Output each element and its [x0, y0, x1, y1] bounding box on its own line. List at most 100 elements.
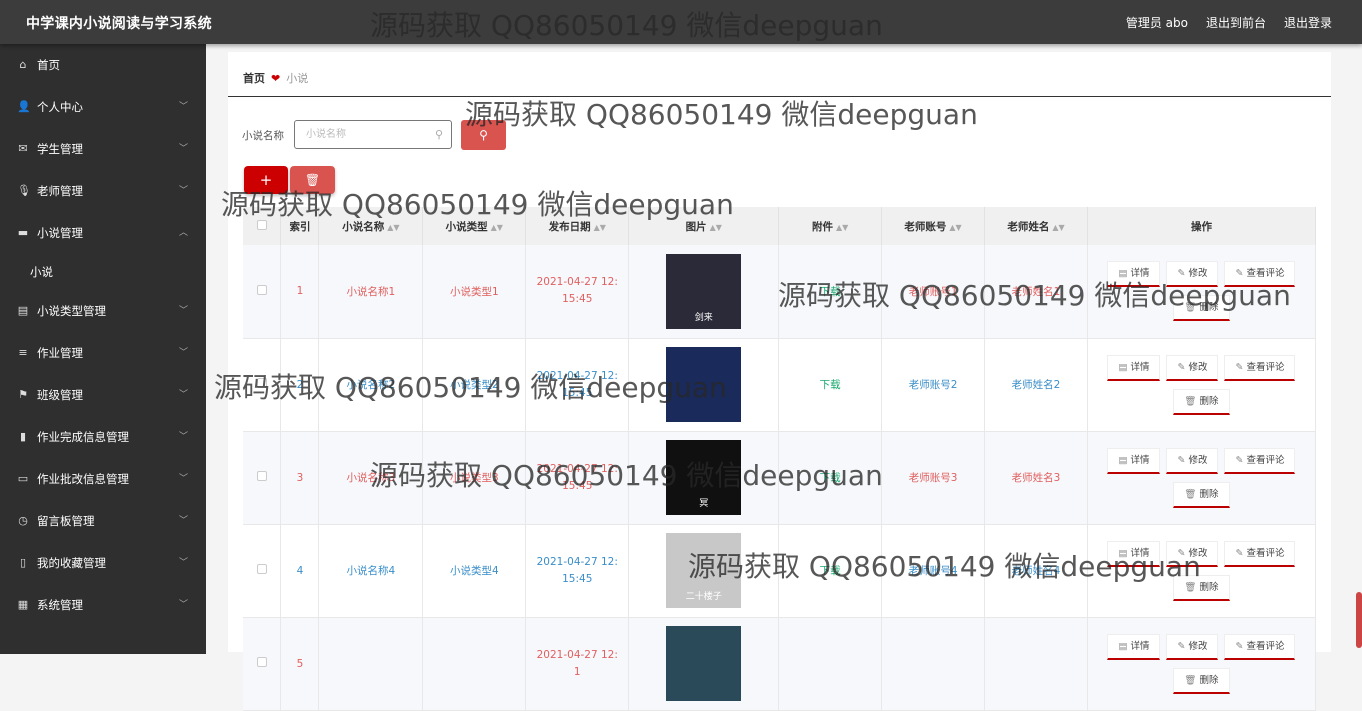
document-icon: ▤	[1118, 547, 1128, 559]
row-checkbox[interactable]	[256, 657, 267, 667]
sidebar-item[interactable]: ≡ 作业管理 ﹀	[0, 332, 206, 374]
sort-icon[interactable]: ▲▼	[836, 223, 848, 232]
comment-label: 查看评论	[1246, 640, 1285, 652]
sort-icon[interactable]: ▲▼	[594, 223, 606, 232]
sidebar-item[interactable]: ✉ 学生管理 ﹀	[0, 128, 206, 170]
row-select-cell[interactable]	[243, 617, 282, 711]
row-attachment[interactable]: 下载	[778, 245, 883, 339]
delete-button[interactable]: 🗑 删除	[1173, 388, 1230, 415]
sidebar-item[interactable]: ▮ 作业完成信息管理 ﹀	[0, 416, 206, 458]
cover-image[interactable]: 二十楼子	[666, 533, 742, 608]
pencil-icon: ✎	[1235, 361, 1244, 373]
chevron-down-icon: ﹀	[178, 306, 188, 316]
col-image[interactable]: 图片 ▲▼	[628, 207, 780, 245]
view-comments-button[interactable]: ✎ 查看评论	[1224, 447, 1296, 474]
row-select-cell[interactable]	[243, 524, 282, 618]
row-date: 2021-04-27 12:15:45	[525, 524, 630, 618]
col-image-label: 图片	[685, 220, 707, 233]
col-type[interactable]: 小说类型 ▲▼	[422, 207, 527, 245]
sort-icon[interactable]: ▲▼	[710, 223, 722, 232]
col-attachment[interactable]: 附件 ▲▼	[778, 207, 883, 245]
delete-button[interactable]: 🗑 删除	[1173, 667, 1230, 694]
delete-button[interactable]: 🗑 删除	[1173, 574, 1230, 601]
edit-label: 修改	[1188, 268, 1208, 280]
detail-button[interactable]: ▤ 详情	[1107, 540, 1161, 567]
detail-button[interactable]: ▤ 详情	[1107, 354, 1161, 381]
chevron-down-icon: ﹀	[178, 474, 188, 484]
edit-button[interactable]: ✎ 修改	[1166, 354, 1219, 381]
sort-icon[interactable]: ▲▼	[387, 223, 399, 232]
row-checkbox[interactable]	[256, 471, 267, 481]
row-image-cell: 冥	[628, 431, 780, 525]
search-input[interactable]: 小说名称 ⚲	[294, 120, 452, 149]
sidebar-item[interactable]: ▬ 小说管理 ︿	[0, 212, 206, 254]
sidebar-item[interactable]: ▯ 我的收藏管理 ﹀	[0, 542, 206, 584]
detail-button[interactable]: ▤ 详情	[1107, 633, 1161, 660]
col-name[interactable]: 小说名称 ▲▼	[318, 207, 424, 245]
col-teacher[interactable]: 老师姓名 ▲▼	[984, 207, 1088, 245]
col-date[interactable]: 发布日期 ▲▼	[525, 207, 630, 245]
delete-button[interactable]: 🗑 删除	[1173, 295, 1230, 322]
edit-button[interactable]: ✎ 修改	[1166, 633, 1219, 660]
breadcrumb-divider	[228, 96, 1331, 97]
sidebar-item[interactable]: 🎙 老师管理 ﹀	[0, 170, 206, 212]
row-name: 小说名称4	[318, 524, 424, 618]
plus-icon: +	[259, 171, 273, 189]
row-select-cell[interactable]	[243, 245, 282, 339]
sort-icon[interactable]: ▲▼	[1052, 223, 1064, 232]
view-comments-button[interactable]: ✎ 查看评论	[1224, 261, 1296, 288]
sort-icon[interactable]: ▲▼	[949, 223, 961, 232]
view-comments-button[interactable]: ✎ 查看评论	[1224, 540, 1296, 567]
table-row: 4 小说名称4 小说类型4 2021-04-27 12:15:45 二十楼子 下载 老师账号…	[243, 524, 1317, 618]
sidebar-item[interactable]: ▤ 小说类型管理 ﹀	[0, 290, 206, 332]
row-checkbox[interactable]	[256, 564, 267, 574]
add-button[interactable]: +	[244, 166, 288, 194]
detail-button[interactable]: ▤ 详情	[1107, 261, 1161, 288]
sidebar-item[interactable]: ▦ 系统管理 ﹀	[0, 584, 206, 626]
sidebar-item[interactable]: ◷ 留言板管理 ﹀	[0, 500, 206, 542]
logout-link[interactable]: 退出登录	[1284, 14, 1332, 31]
view-comments-button[interactable]: ✎ 查看评论	[1224, 354, 1296, 381]
chevron-down-icon: ﹀	[178, 600, 188, 610]
row-select-cell[interactable]	[243, 338, 282, 432]
breadcrumb-home[interactable]: 首页	[243, 70, 265, 86]
scrollbar[interactable]	[1356, 592, 1362, 648]
row-checkbox[interactable]	[256, 378, 267, 388]
row-attachment[interactable]	[778, 617, 883, 711]
sidebar-item[interactable]: ▭ 作业批改信息管理 ﹀	[0, 458, 206, 500]
search-button[interactable]: ⚲	[461, 120, 506, 150]
row-attachment[interactable]: 下载	[778, 338, 883, 432]
view-comments-button[interactable]: ✎ 查看评论	[1224, 633, 1296, 660]
row-select-cell[interactable]	[243, 431, 282, 525]
sidebar-item[interactable]: 👤 个人中心 ﹀	[0, 86, 206, 128]
delete-button[interactable]: 🗑 删除	[1173, 481, 1230, 508]
cover-image[interactable]	[666, 347, 742, 422]
col-account[interactable]: 老师账号 ▲▼	[881, 207, 986, 245]
select-all-header[interactable]	[243, 207, 282, 245]
pencil-icon: ✎	[1235, 640, 1244, 652]
cover-image[interactable]: 冥	[666, 440, 742, 515]
row-attachment[interactable]: 下载	[778, 431, 883, 525]
edit-button[interactable]: ✎ 修改	[1166, 447, 1219, 474]
download-link[interactable]: 下载	[820, 286, 841, 298]
sidebar-item[interactable]: ⚑ 班级管理 ﹀	[0, 374, 206, 416]
detail-button[interactable]: ▤ 详情	[1107, 447, 1161, 474]
monitor-icon: ▭	[17, 472, 29, 485]
select-all-checkbox[interactable]	[256, 219, 267, 230]
sort-icon[interactable]: ▲▼	[491, 223, 503, 232]
sidebar-subitem-novel[interactable]: 小说	[0, 254, 206, 290]
col-type-label: 小说类型	[445, 220, 488, 233]
download-link[interactable]: 下载	[820, 472, 841, 484]
download-link[interactable]: 下载	[820, 379, 841, 391]
cover-title: 剑来	[694, 312, 713, 323]
row-checkbox[interactable]	[256, 284, 267, 295]
cover-image[interactable]: 剑来	[666, 253, 742, 329]
sidebar-item[interactable]: ⌂ 首页	[0, 44, 206, 86]
batch-delete-button[interactable]: 🗑	[290, 166, 335, 194]
row-attachment[interactable]: 下载	[778, 524, 883, 618]
download-link[interactable]: 下载	[820, 565, 841, 577]
exit-to-front-link[interactable]: 退出到前台	[1206, 14, 1266, 31]
cover-image[interactable]	[666, 626, 742, 701]
edit-button[interactable]: ✎ 修改	[1166, 261, 1219, 288]
edit-button[interactable]: ✎ 修改	[1166, 540, 1219, 567]
